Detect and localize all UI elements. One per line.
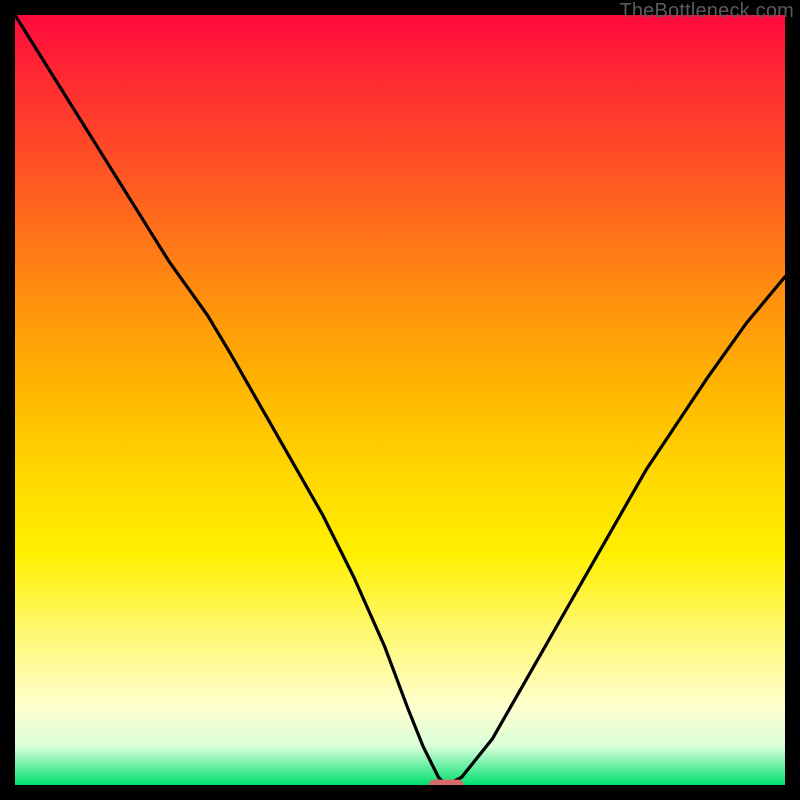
bottleneck-curve: [15, 15, 785, 785]
optimal-marker: [429, 780, 464, 785]
chart-svg: [15, 15, 785, 785]
watermark-text: TheBottleneck.com: [619, 0, 794, 23]
chart-plot-area: [15, 15, 785, 785]
